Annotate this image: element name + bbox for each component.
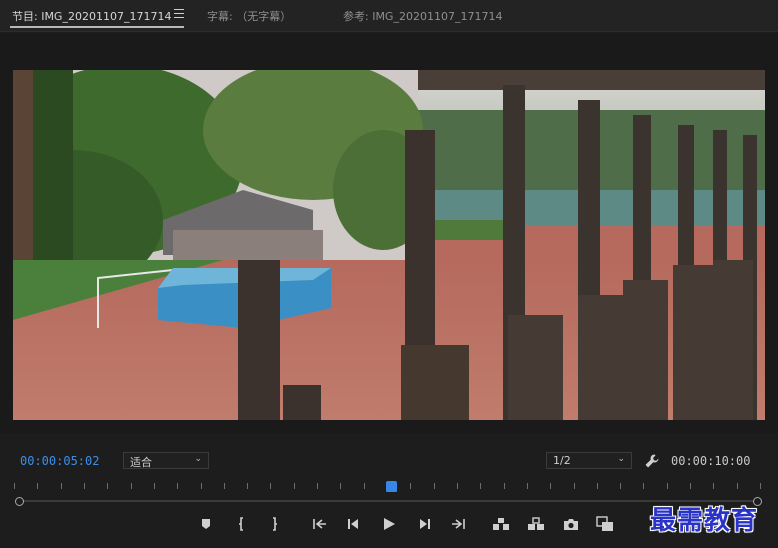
go-to-in-icon — [313, 519, 326, 529]
ruler-tick — [154, 483, 155, 489]
zoom-scroll-track — [18, 500, 758, 502]
ruler-tick — [527, 483, 528, 489]
ruler-tick — [713, 483, 714, 489]
program-video-frame[interactable] — [13, 70, 765, 420]
comparison-view-button[interactable] — [596, 515, 614, 533]
marker-icon — [202, 519, 210, 529]
extract-icon — [528, 517, 544, 530]
ruler-tick — [294, 483, 295, 489]
ruler-tick — [410, 483, 411, 489]
tab-reference[interactable]: 参考: IMG_20201107_171714 — [343, 8, 502, 24]
watermark-logo: 最需教育 — [650, 506, 759, 536]
ruler-tick — [574, 483, 575, 489]
add-marker-button[interactable] — [197, 515, 215, 533]
ruler-tick — [84, 483, 85, 489]
tab-program[interactable]: 节目: IMG_20201107_171714 — [12, 8, 171, 24]
step-forward-icon — [420, 519, 430, 529]
playback-resolution-select[interactable]: 1/2 ⌄ — [546, 452, 632, 469]
comparison-icon — [596, 516, 613, 531]
mark-in-button[interactable] — [233, 515, 251, 533]
ruler-tick — [270, 483, 271, 489]
playback-resolution-value: 1/2 — [553, 454, 571, 467]
ruler-tick — [504, 483, 505, 489]
panel-menu-icon[interactable] — [174, 9, 184, 19]
ruler-tick — [737, 483, 738, 489]
zoom-level-value: 适合 — [130, 456, 152, 469]
export-frame-button[interactable] — [562, 515, 580, 533]
go-to-in-button[interactable] — [311, 515, 329, 533]
play-icon — [384, 518, 395, 530]
zoom-scroll-handle-left[interactable] — [15, 497, 24, 506]
panel-tab-bar: 节目: IMG_20201107_171714 字幕: （无字幕） 参考: IM… — [0, 0, 778, 32]
play-button[interactable] — [380, 515, 398, 533]
ruler-tick — [131, 483, 132, 489]
ruler-tick — [247, 483, 248, 489]
ruler-tick — [434, 483, 435, 489]
current-timecode[interactable]: 00:00:05:02 — [20, 454, 99, 468]
step-forward-button[interactable] — [415, 515, 433, 533]
go-to-out-button[interactable] — [449, 515, 467, 533]
active-tab-indicator — [10, 26, 184, 28]
chevron-down-icon: ⌄ — [617, 454, 625, 464]
tab-captions[interactable]: 字幕: （无字幕） — [207, 8, 291, 24]
ruler-tick — [340, 483, 341, 489]
ruler-tick — [550, 483, 551, 489]
mark-out-button[interactable] — [265, 515, 283, 533]
ruler-tick — [364, 483, 365, 489]
ruler-tick — [317, 483, 318, 489]
lift-icon — [493, 518, 509, 530]
extract-button[interactable] — [527, 515, 545, 533]
ruler-tick — [107, 483, 108, 489]
chevron-down-icon: ⌄ — [194, 454, 202, 464]
step-back-button[interactable] — [345, 515, 363, 533]
ruler-tick — [14, 483, 15, 489]
go-to-out-icon — [452, 519, 465, 529]
mark-out-icon — [273, 517, 277, 531]
ruler-tick — [61, 483, 62, 489]
ruler-tick — [620, 483, 621, 489]
settings-wrench-icon[interactable] — [644, 453, 660, 469]
ruler-tick — [690, 483, 691, 489]
ruler-tick — [667, 483, 668, 489]
video-frame-image — [13, 70, 765, 420]
mark-in-icon — [239, 517, 243, 531]
ruler-tick — [177, 483, 178, 489]
ruler-tick — [37, 483, 38, 489]
duration-timecode: 00:00:10:00 — [671, 454, 751, 468]
ruler-tick — [224, 483, 225, 489]
step-back-icon — [348, 519, 358, 529]
ruler-tick — [201, 483, 202, 489]
playhead-marker[interactable] — [386, 481, 397, 492]
zoom-level-select[interactable]: 适合 ⌄ — [123, 452, 209, 469]
ruler-tick — [457, 483, 458, 489]
lift-button[interactable] — [492, 515, 510, 533]
ruler-tick — [760, 483, 761, 489]
ruler-tick — [480, 483, 481, 489]
ruler-tick — [643, 483, 644, 489]
ruler-tick — [597, 483, 598, 489]
camera-icon — [564, 518, 578, 530]
